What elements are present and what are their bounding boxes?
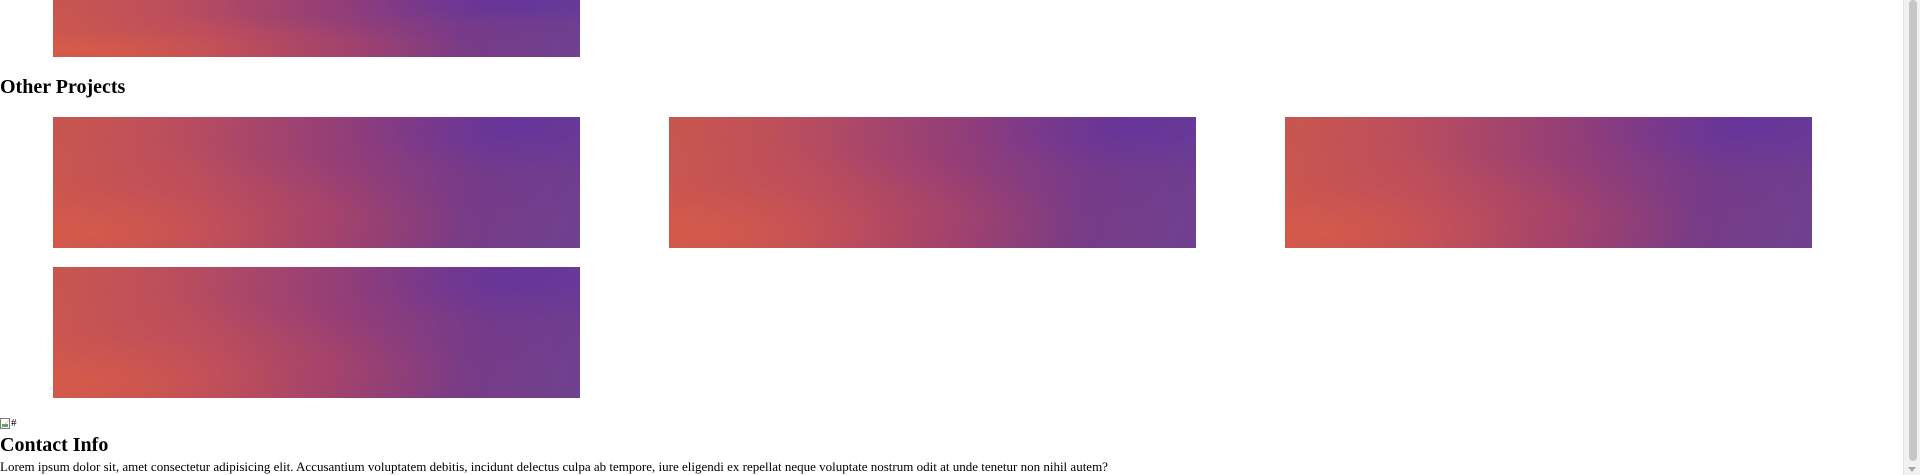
featured-project-tile[interactable] [53, 0, 580, 57]
other-projects-heading: Other Projects [0, 76, 126, 98]
contact-info-text: Lorem ipsum dolor sit, amet consectetur … [0, 459, 1108, 474]
broken-image-alt-text: # [11, 417, 17, 429]
scrollbar-thumb[interactable] [1909, 0, 1917, 461]
vertical-scrollbar[interactable] [1903, 0, 1920, 475]
other-project-tile-3[interactable] [1285, 117, 1812, 248]
broken-image-icon [0, 418, 10, 429]
portfolio-page: Other Projects # Contact Info Lorem ipsu… [0, 0, 1903, 475]
browser-viewport: Other Projects # Contact Info Lorem ipsu… [0, 0, 1920, 475]
other-project-tile-4[interactable] [53, 267, 580, 398]
other-project-tile-2[interactable] [669, 117, 1196, 248]
contact-info-heading: Contact Info [0, 434, 109, 456]
chevron-down-icon[interactable] [1908, 467, 1916, 472]
other-project-tile-1[interactable] [53, 117, 580, 248]
broken-image: # [0, 417, 17, 430]
